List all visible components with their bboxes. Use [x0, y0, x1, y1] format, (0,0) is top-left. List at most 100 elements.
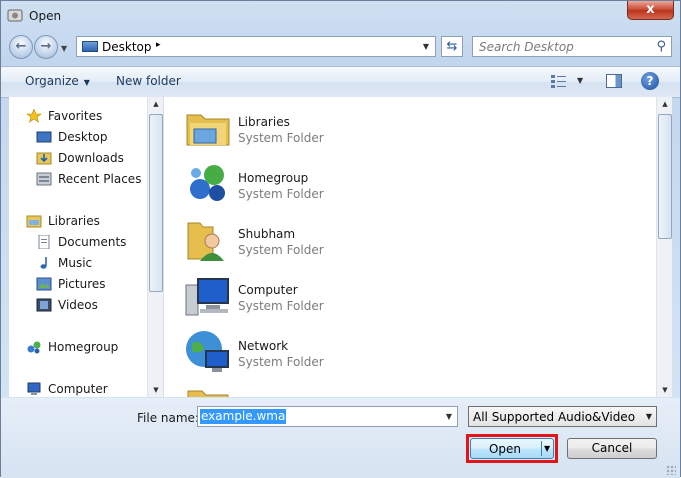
address-row: ← → ▼ Desktop ▸ ▼ ⇆ ⚲ [1, 33, 680, 61]
file-item[interactable]: Homegroup System Folder [164, 155, 654, 211]
back-arrow-icon: ← [15, 39, 27, 54]
nav-computer[interactable]: Computer [9, 380, 139, 397]
open-button-label: Open [488, 442, 522, 456]
file-type-select[interactable]: All Supported Audio&Video Files ▼ [468, 406, 657, 427]
videos-icon [36, 298, 52, 312]
file-type: System Folder [238, 299, 324, 313]
pictures-icon [36, 277, 52, 291]
search-input[interactable] [479, 39, 644, 54]
file-name-value[interactable]: example.wma [200, 409, 287, 424]
scroll-down-icon[interactable]: ▼ [148, 383, 163, 397]
nav-scrollbar[interactable]: ▲ ▼ [147, 97, 163, 397]
file-type-dropdown-icon[interactable]: ▼ [646, 412, 652, 421]
scroll-up-icon[interactable]: ▲ [657, 97, 672, 111]
content-scroll-thumb[interactable] [658, 114, 672, 239]
nav-favorites[interactable]: Favorites [9, 107, 139, 126]
user-folder-icon [187, 222, 224, 261]
file-name-label: File name: [137, 411, 199, 425]
computer-icon [27, 382, 41, 395]
nav-videos-label: Videos [58, 298, 98, 312]
nav-pictures-label: Pictures [58, 277, 106, 291]
nav-recent-places[interactable]: Recent Places [9, 170, 142, 189]
breadcrumb-desktop[interactable]: Desktop [102, 40, 152, 54]
file-type-value: All Supported Audio&Video Files [473, 410, 637, 424]
scroll-down-icon[interactable]: ▼ [657, 383, 672, 397]
forward-arrow-icon: → [40, 39, 52, 54]
nav-pictures[interactable]: Pictures [9, 275, 139, 294]
app-icon [7, 9, 23, 22]
desktop-icon [36, 131, 52, 143]
navigation-pane: Favorites Desktop Downloads Recent Place… [9, 97, 164, 397]
file-name-dropdown-icon[interactable]: ▼ [446, 412, 452, 421]
file-item-partial[interactable] [164, 379, 654, 397]
file-name: Libraries [238, 115, 290, 129]
nav-music[interactable]: Music [9, 254, 139, 273]
file-item[interactable]: Libraries System Folder [164, 99, 654, 155]
libraries-icon [186, 114, 230, 146]
nav-scroll-thumb[interactable] [149, 114, 163, 292]
close-button[interactable]: x [627, 1, 674, 20]
recent-places-icon [36, 172, 52, 186]
file-name: Homegroup [238, 171, 309, 185]
organize-label: Organize [25, 74, 79, 88]
homegroup-icon [190, 165, 225, 201]
command-toolbar: Organize ▼ New folder ▼ ? [1, 66, 680, 98]
views-dropdown-icon[interactable]: ▼ [577, 76, 583, 85]
file-type: System Folder [238, 187, 324, 201]
nav-homegroup-label: Homegroup [48, 340, 119, 354]
open-button[interactable]: Open ▼ [470, 438, 554, 459]
forward-button[interactable]: → [34, 35, 58, 59]
content-scrollbar[interactable]: ▲ ▼ [656, 97, 672, 397]
nav-favorites-label: Favorites [48, 109, 103, 123]
file-type: System Folder [238, 355, 324, 369]
file-type: System Folder [238, 131, 324, 145]
new-folder-button[interactable]: New folder [116, 74, 181, 88]
nav-homegroup[interactable]: Homegroup [9, 338, 139, 357]
search-icon[interactable]: ⚲ [656, 39, 666, 54]
nav-libraries[interactable]: Libraries [9, 212, 139, 231]
preview-pane-icon[interactable] [606, 74, 622, 88]
computer-icon [185, 278, 229, 316]
file-item[interactable]: Computer System Folder [164, 267, 654, 323]
scroll-up-icon[interactable]: ▲ [148, 97, 163, 111]
back-button[interactable]: ← [9, 35, 33, 59]
libraries-icon [26, 215, 42, 228]
content-pane: Libraries System Folder Homegroup System… [164, 97, 672, 397]
views-icon[interactable] [550, 73, 568, 89]
open-dropdown-icon[interactable]: ▼ [544, 444, 550, 453]
file-item[interactable]: Shubham System Folder [164, 211, 654, 267]
file-name: Network [238, 339, 289, 353]
resize-grip-icon[interactable] [666, 465, 676, 475]
address-dropdown-icon[interactable]: ▼ [423, 42, 429, 51]
organize-button[interactable]: Organize ▼ [25, 74, 90, 88]
nav-desktop[interactable]: Desktop [9, 128, 139, 147]
file-item[interactable]: Network System Folder [164, 323, 654, 379]
recent-locations-dropdown-icon[interactable]: ▼ [61, 44, 67, 53]
help-icon[interactable]: ? [641, 72, 659, 90]
open-dialog: Open x ← → ▼ Desktop ▸ ▼ ⇆ ⚲ Organize ▼ N… [0, 0, 681, 478]
dialog-footer: File name: example.wma ▼ All Supported A… [1, 398, 680, 478]
nav-downloads-label: Downloads [58, 151, 124, 165]
downloads-folder-icon [36, 152, 52, 165]
desktop-icon [82, 41, 98, 52]
nav-computer-label: Computer [48, 382, 108, 396]
close-icon: x [646, 2, 655, 17]
cancel-button[interactable]: Cancel [567, 438, 657, 459]
title-bar[interactable]: Open x [1, 1, 680, 31]
refresh-button[interactable]: ⇆ [441, 36, 463, 57]
nav-music-label: Music [58, 256, 93, 270]
breadcrumb-chevron-icon[interactable]: ▸ [156, 40, 161, 50]
file-name-input[interactable]: example.wma ▼ [197, 406, 458, 427]
nav-documents-label: Documents [58, 235, 127, 249]
homegroup-icon [27, 341, 41, 354]
folder-icon [187, 390, 229, 397]
file-type: System Folder [238, 243, 324, 257]
chevron-down-icon: ▼ [83, 78, 90, 87]
search-box[interactable]: ⚲ [472, 36, 672, 57]
address-bar[interactable]: Desktop ▸ ▼ [76, 36, 436, 57]
nav-downloads[interactable]: Downloads [9, 149, 139, 168]
nav-recent-places-label: Recent Places [58, 172, 142, 186]
music-icon [40, 257, 47, 269]
nav-documents[interactable]: Documents [9, 233, 139, 252]
nav-videos[interactable]: Videos [9, 296, 139, 315]
